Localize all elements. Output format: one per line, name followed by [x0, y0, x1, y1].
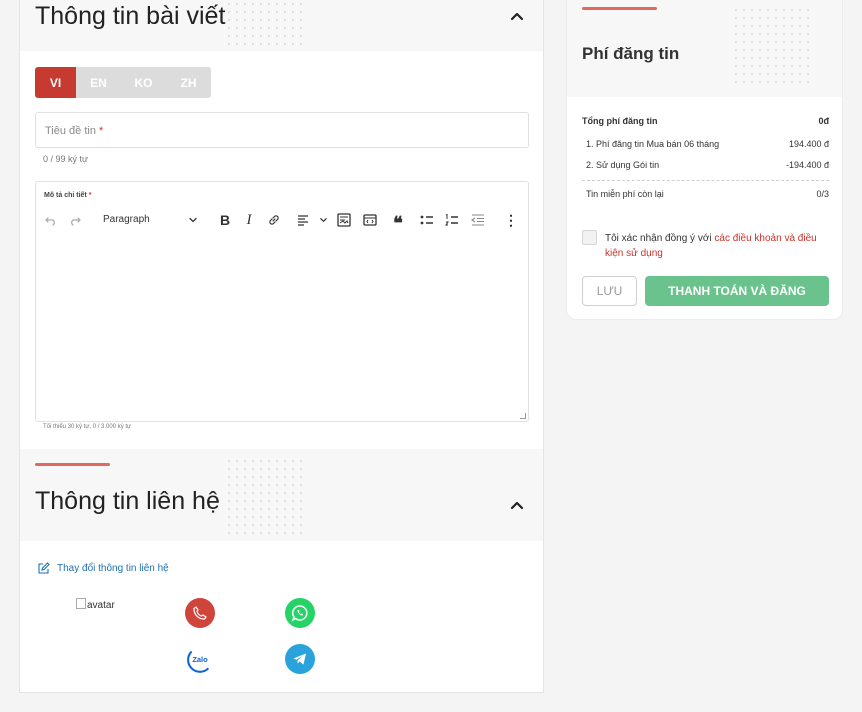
avatar: avatar [76, 598, 115, 611]
fee-item-label: 1. Phí đăng tin Mua bán 06 tháng [586, 139, 720, 149]
fee-item-row: 1. Phí đăng tin Mua bán 06 tháng 194.400… [586, 139, 829, 149]
telegram-button[interactable] [285, 644, 315, 674]
fee-total-label: Tổng phí đăng tin [582, 116, 658, 126]
edit-contact-label: Thay đổi thông tin liên hệ [57, 563, 169, 574]
dot-pattern [225, 457, 305, 537]
lang-tab-ko[interactable]: KO [121, 67, 166, 98]
fee-title: Phí đăng tin [582, 44, 680, 63]
zalo-text: Zalo [192, 655, 208, 664]
blockquote-icon[interactable]: ❝ [391, 213, 405, 233]
edit-icon [38, 562, 50, 574]
whatsapp-button[interactable] [285, 598, 315, 628]
paragraph-dropdown[interactable]: Paragraph [103, 214, 150, 225]
dot-pattern [732, 6, 812, 88]
chevron-up-icon[interactable] [508, 496, 526, 514]
section-accent-line [35, 463, 110, 466]
zalo-icon: Zalo [187, 650, 210, 673]
free-posts-row: Tin miễn phí còn lại 0/3 [586, 189, 829, 199]
lang-tab-vi[interactable]: VI [35, 67, 76, 98]
redo-icon[interactable] [68, 212, 82, 228]
align-left-icon[interactable] [296, 212, 310, 228]
fee-item-label: 2. Sử dụng Gói tin [586, 160, 660, 170]
undo-icon[interactable] [44, 212, 58, 228]
chevron-up-icon[interactable] [508, 7, 526, 25]
post-title-placeholder: Tiêu đề tin * [45, 125, 104, 137]
fee-card: Phí đăng tin Tổng phí đăng tin 0đ 1. Phí… [566, 0, 843, 320]
contact-info-title: Thông tin liên hệ [35, 487, 220, 515]
more-options-icon[interactable]: ⋮ [504, 212, 518, 228]
telegram-icon [293, 653, 306, 665]
fee-item-value: 194.400 đ [788, 139, 829, 149]
pay-and-post-button[interactable]: THANH TOÁN VÀ ĐĂNG [645, 276, 829, 306]
save-button[interactable]: LƯU [582, 276, 637, 306]
post-info-title: Thông tin bài viết [35, 2, 226, 30]
zalo-button[interactable]: Zalo [185, 644, 215, 674]
post-form-card: Thông tin bài viết VI EN KO ZH Tiêu đề t… [19, 0, 544, 693]
agree-text: Tôi xác nhận đồng ý với các điều khoản v… [605, 233, 817, 259]
free-posts-value: 0/3 [816, 189, 829, 199]
free-posts-label: Tin miễn phí còn lại [586, 189, 664, 199]
phone-icon [193, 606, 207, 620]
numbered-list-icon[interactable] [444, 212, 460, 228]
edit-contact-link[interactable]: Thay đổi thông tin liên hệ [37, 562, 169, 575]
fee-item-value: -194.400 đ [785, 160, 829, 170]
lang-tab-en[interactable]: EN [76, 67, 121, 98]
bold-icon[interactable]: B [218, 212, 232, 228]
code-block-icon[interactable] [362, 212, 378, 228]
post-title-input[interactable]: Tiêu đề tin * [35, 112, 529, 148]
lang-tab-zh[interactable]: ZH [166, 67, 211, 98]
link-icon[interactable] [267, 212, 281, 228]
whatsapp-icon [291, 605, 308, 622]
fee-divider [582, 180, 829, 181]
dot-pattern [225, 0, 305, 48]
agree-checkbox[interactable] [582, 230, 597, 245]
fee-total-row: Tổng phí đăng tin 0đ [582, 116, 829, 126]
italic-icon[interactable]: I [243, 212, 255, 228]
bullet-list-icon[interactable] [419, 212, 435, 228]
post-info-header[interactable]: Thông tin bài viết [20, 0, 543, 51]
insert-image-icon[interactable] [336, 212, 352, 228]
fee-header: Phí đăng tin [567, 0, 842, 97]
resize-handle[interactable] [520, 413, 526, 419]
section-accent-line [582, 7, 657, 10]
align-chevron-down-icon[interactable] [319, 212, 328, 228]
description-editor[interactable]: Mô tả chi tiết * Paragraph B I ❝ ⋮ [35, 181, 529, 422]
chevron-down-icon[interactable] [188, 212, 198, 228]
outdent-icon[interactable] [470, 212, 486, 228]
description-label: Mô tả chi tiết * [44, 192, 92, 199]
phone-button[interactable] [185, 598, 215, 628]
fee-total-value: 0đ [818, 116, 829, 126]
language-tabs: VI EN KO ZH [35, 67, 211, 98]
contact-info-header[interactable]: Thông tin liên hệ [20, 449, 543, 541]
title-char-counter: 0 / 99 ký tự [43, 154, 89, 164]
fee-item-row: 2. Sử dụng Gói tin -194.400 đ [586, 160, 829, 170]
description-char-counter: Tối thiểu 30 ký tự, 0 / 3.000 ký tự [43, 424, 132, 430]
